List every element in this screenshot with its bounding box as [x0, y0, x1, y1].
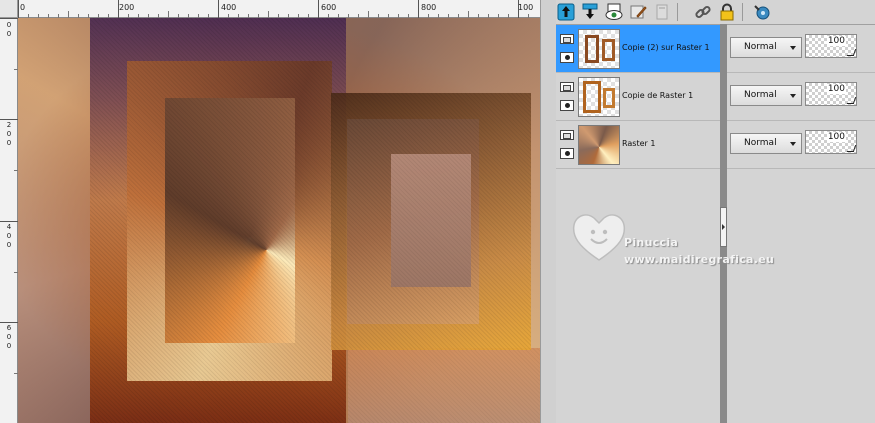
- layer-thumbnail: [578, 77, 620, 117]
- layers-toolbar: [556, 0, 875, 24]
- chevron-down-icon: [790, 46, 796, 50]
- layer-group-icon[interactable]: [560, 130, 574, 140]
- blend-mode-select[interactable]: Normal: [730, 133, 802, 154]
- layer-group-icon[interactable]: [560, 82, 574, 92]
- opacity-slider[interactable]: 100: [805, 130, 857, 154]
- ruler-label: 6: [6, 324, 12, 332]
- resize-corner-icon: [846, 145, 857, 152]
- frame-right-inner: [391, 154, 471, 287]
- edit-mask-icon[interactable]: [628, 2, 648, 22]
- watermark-name: Pinuccia: [624, 236, 679, 249]
- ruler-label: 0: [6, 342, 12, 350]
- blend-mode-value: Normal: [744, 42, 777, 52]
- ruler-label: 4: [6, 223, 12, 231]
- properties-icon[interactable]: [752, 2, 772, 22]
- new-layer-icon[interactable]: [556, 2, 576, 22]
- lock-icon[interactable]: [717, 2, 737, 22]
- horizontal-ruler: 0 200 400 600 800 100: [18, 0, 540, 18]
- layer-row[interactable]: Raster 1: [556, 121, 720, 169]
- ruler-corner: [0, 0, 18, 18]
- layer-row[interactable]: Copie (2) sur Raster 1: [556, 25, 720, 73]
- watermark: Pinuccia www.maidiregrafica.eu: [568, 206, 798, 276]
- opacity-value: 100: [826, 84, 846, 94]
- visibility-icon[interactable]: [604, 2, 624, 22]
- opacity-value: 100: [826, 132, 846, 142]
- visibility-eye-icon[interactable]: [560, 148, 574, 159]
- ruler-label: 0: [6, 232, 12, 240]
- image-canvas[interactable]: [18, 18, 540, 423]
- layer-name: Raster 1: [622, 139, 656, 148]
- blend-mode-value: Normal: [744, 138, 777, 148]
- opacity-value: 100: [826, 36, 846, 46]
- resize-corner-icon: [846, 97, 857, 104]
- layer-properties-row: Normal 100: [727, 121, 875, 169]
- blend-mode-value: Normal: [744, 90, 777, 100]
- heart-logo-icon: [572, 214, 626, 261]
- opacity-slider[interactable]: 100: [805, 82, 857, 106]
- layer-thumbnail: [578, 29, 620, 69]
- ruler-label: 0: [6, 21, 12, 29]
- watermark-url: www.maidiregrafica.eu: [624, 253, 775, 266]
- ruler-ticks: [0, 18, 18, 374]
- delete-layer-icon[interactable]: [652, 2, 672, 22]
- link-icon[interactable]: [693, 2, 713, 22]
- resize-corner-icon: [846, 49, 857, 56]
- merge-down-icon[interactable]: [580, 2, 600, 22]
- layer-name: Copie (2) sur Raster 1: [622, 43, 710, 52]
- layer-group-icon[interactable]: [560, 34, 574, 44]
- toolbar-separator: [742, 3, 743, 21]
- ruler-label: 0: [6, 30, 12, 38]
- layer-properties-row: Normal 100: [727, 73, 875, 121]
- ruler-ticks: [18, 0, 529, 18]
- visibility-eye-icon[interactable]: [560, 52, 574, 63]
- canvas-window: 0 200 400 600 800 100 0 0 2 0 0 4 0 0 6 …: [0, 0, 540, 423]
- visibility-eye-icon[interactable]: [560, 100, 574, 111]
- layer-name: Copie de Raster 1: [622, 91, 694, 100]
- layer-row[interactable]: Copie de Raster 1: [556, 73, 720, 121]
- layer-thumbnail: [578, 125, 620, 165]
- frame-left-inner: [165, 98, 295, 343]
- panel-divider[interactable]: [540, 0, 556, 423]
- ruler-label: 2: [6, 121, 12, 129]
- blend-mode-select[interactable]: Normal: [730, 85, 802, 106]
- vertical-ruler: 0 0 2 0 0 4 0 0 6 0 0: [0, 18, 18, 423]
- ruler-label: 0: [6, 130, 12, 138]
- frame-bottom-strip: [348, 348, 540, 423]
- ruler-label: 0: [6, 241, 12, 249]
- chevron-down-icon: [790, 94, 796, 98]
- ruler-label: 0: [6, 333, 12, 341]
- ruler-label: 0: [6, 139, 12, 147]
- blend-mode-select[interactable]: Normal: [730, 37, 802, 58]
- toolbar-separator: [677, 3, 678, 21]
- chevron-down-icon: [790, 142, 796, 146]
- layer-properties-row: Normal 100: [727, 25, 875, 73]
- opacity-slider[interactable]: 100: [805, 34, 857, 58]
